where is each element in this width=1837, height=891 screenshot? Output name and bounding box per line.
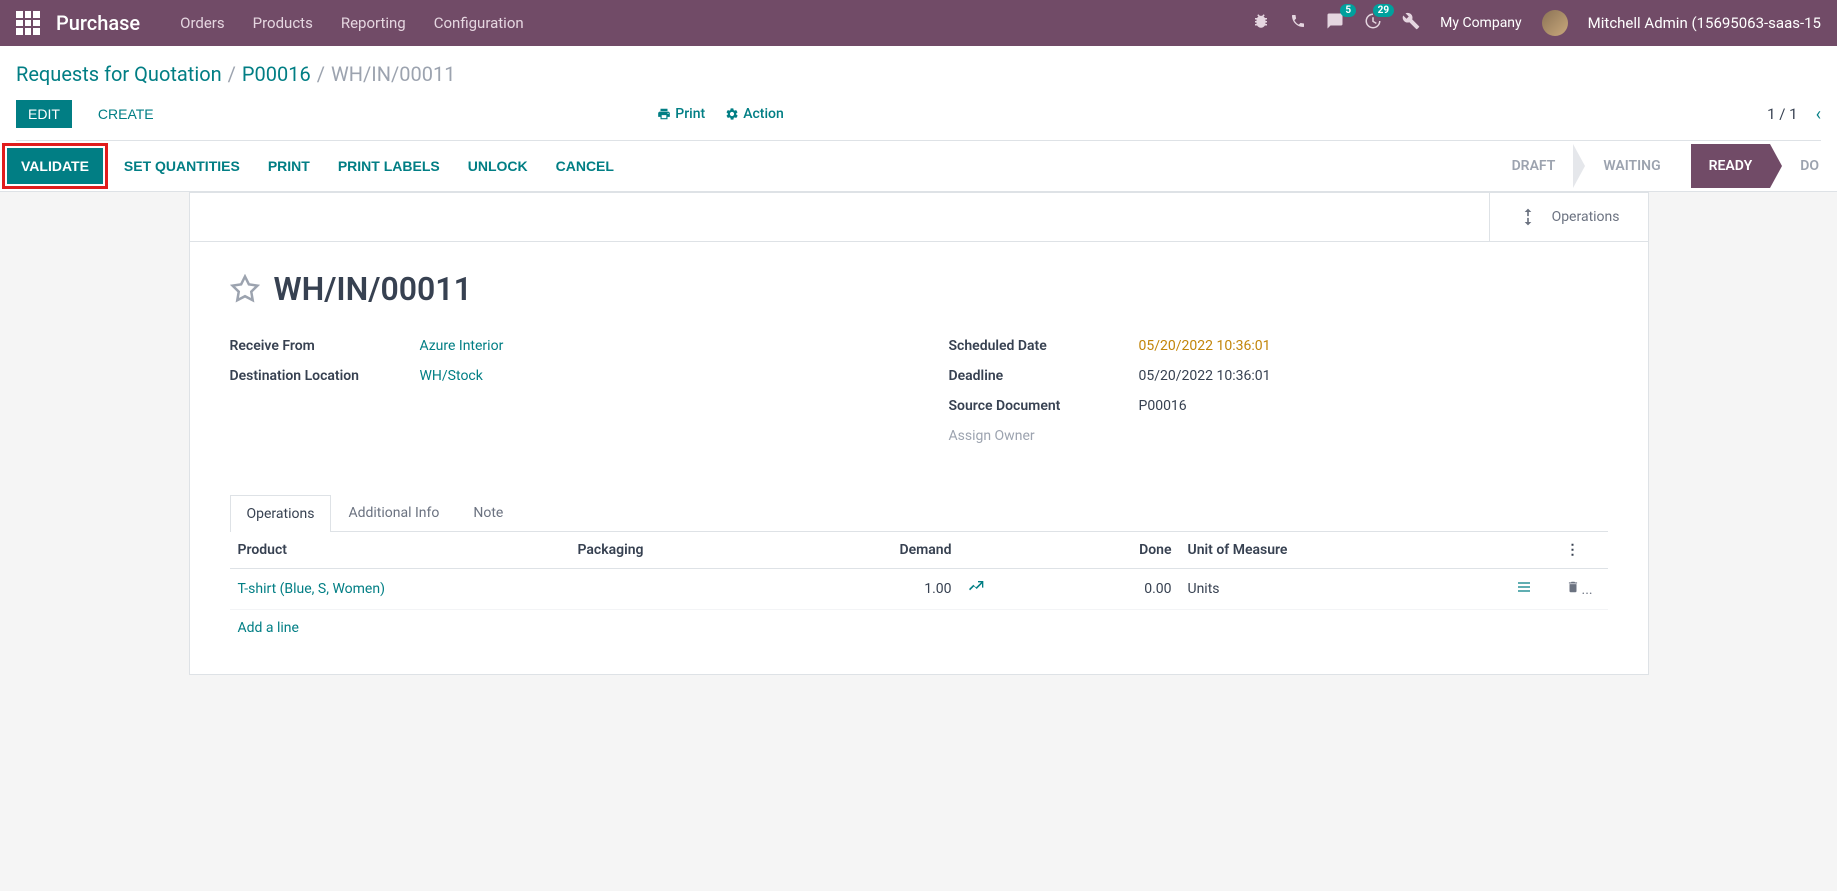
- assign-owner[interactable]: Assign Owner: [949, 428, 1035, 444]
- cell-product: T-shirt (Blue, S, Women): [230, 569, 570, 610]
- operations-table: Product Packaging Demand Done Unit of Me…: [230, 532, 1608, 610]
- form-sheet: Operations WH/IN/00011 Receive FromAzure…: [189, 192, 1649, 675]
- status-draft[interactable]: DRAFT: [1494, 144, 1574, 188]
- unlock-button[interactable]: UNLOCK: [454, 148, 542, 184]
- pager-prev[interactable]: ‹: [1816, 104, 1821, 125]
- action-dropdown[interactable]: Action: [725, 106, 784, 122]
- tools-icon[interactable]: [1402, 12, 1420, 34]
- receive-from-label: Receive From: [230, 338, 420, 354]
- control-bar: Requests for Quotation/P00016/WH/IN/0001…: [0, 46, 1837, 141]
- activities-badge: 29: [1373, 4, 1394, 17]
- action-bar: VALIDATE SET QUANTITIES PRINT PRINT LABE…: [0, 141, 1837, 192]
- validate-button[interactable]: VALIDATE: [7, 148, 103, 184]
- cell-uom: Units: [1180, 569, 1508, 610]
- cell-packaging: [570, 569, 790, 610]
- tab-operations[interactable]: Operations: [230, 495, 332, 532]
- print-labels-button[interactable]: PRINT LABELS: [324, 148, 454, 184]
- scheduled-date-value: 05/20/2022 10:36:01: [1139, 338, 1271, 354]
- receive-from-value[interactable]: Azure Interior: [420, 338, 504, 354]
- scheduled-date-label: Scheduled Date: [949, 338, 1139, 354]
- tab-note[interactable]: Note: [456, 494, 520, 531]
- cancel-button[interactable]: CANCEL: [542, 148, 628, 184]
- col-done[interactable]: Done: [1010, 532, 1180, 569]
- deadline-label: Deadline: [949, 368, 1139, 384]
- print-dropdown[interactable]: Print: [657, 106, 705, 122]
- menu-products[interactable]: Products: [253, 14, 313, 32]
- breadcrumb-current: WH/IN/00011: [331, 62, 455, 86]
- messages-badge: 5: [1340, 4, 1356, 17]
- destination-label: Destination Location: [230, 368, 420, 384]
- print-icon: [657, 107, 671, 121]
- edit-button[interactable]: EDIT: [16, 100, 72, 128]
- breadcrumb: Requests for Quotation/P00016/WH/IN/0001…: [16, 62, 1821, 86]
- company-name[interactable]: My Company: [1440, 15, 1522, 31]
- avatar[interactable]: [1542, 10, 1568, 36]
- top-menu: Orders Products Reporting Configuration: [180, 14, 524, 32]
- table-row[interactable]: T-shirt (Blue, S, Women) 1.00 0.00 Units…: [230, 569, 1608, 610]
- tab-additional-info[interactable]: Additional Info: [331, 494, 456, 531]
- page-title: WH/IN/00011: [274, 270, 472, 308]
- breadcrumb-root[interactable]: Requests for Quotation: [16, 62, 222, 86]
- forecast-icon[interactable]: [968, 579, 984, 595]
- breadcrumb-parent[interactable]: P00016: [242, 62, 311, 86]
- col-demand[interactable]: Demand: [790, 532, 960, 569]
- arrows-vertical-icon: [1518, 207, 1538, 227]
- user-name[interactable]: Mitchell Admin (15695063-saas-15: [1588, 14, 1821, 32]
- cell-done: 0.00: [1010, 569, 1180, 610]
- operations-stat-button[interactable]: Operations: [1489, 193, 1648, 241]
- deadline-value: 05/20/2022 10:36:01: [1139, 368, 1271, 384]
- create-button[interactable]: CREATE: [86, 100, 166, 128]
- print-button[interactable]: PRINT: [254, 148, 324, 184]
- destination-value[interactable]: WH/Stock: [420, 368, 483, 384]
- bug-icon[interactable]: [1252, 12, 1270, 34]
- source-document-value: P00016: [1139, 398, 1187, 414]
- cell-demand: 1.00: [790, 569, 960, 610]
- app-title[interactable]: Purchase: [56, 11, 140, 35]
- status-bar: DRAFT WAITING READY DO: [1494, 144, 1837, 188]
- add-line-button[interactable]: Add a line: [230, 610, 307, 646]
- menu-reporting[interactable]: Reporting: [341, 14, 406, 32]
- set-quantities-button[interactable]: SET QUANTITIES: [110, 148, 254, 184]
- menu-configuration[interactable]: Configuration: [434, 14, 524, 32]
- topbar: Purchase Orders Products Reporting Confi…: [0, 0, 1837, 46]
- gear-icon: [725, 107, 739, 121]
- delete-icon[interactable]: [1566, 580, 1580, 594]
- pager-value[interactable]: 1 / 1: [1767, 105, 1798, 123]
- messages-icon[interactable]: 5: [1326, 12, 1344, 34]
- star-icon[interactable]: [230, 274, 260, 304]
- status-ready[interactable]: READY: [1691, 144, 1771, 188]
- details-icon[interactable]: [1516, 579, 1532, 595]
- menu-orders[interactable]: Orders: [180, 14, 225, 32]
- activities-icon[interactable]: 29: [1364, 12, 1382, 34]
- col-uom[interactable]: Unit of Measure: [1180, 532, 1508, 569]
- status-waiting[interactable]: WAITING: [1585, 144, 1678, 188]
- source-document-label: Source Document: [949, 398, 1139, 414]
- status-done[interactable]: DO: [1782, 144, 1837, 188]
- col-packaging[interactable]: Packaging: [570, 532, 790, 569]
- column-options-icon[interactable]: ⋮: [1566, 542, 1580, 558]
- phone-icon[interactable]: [1290, 13, 1306, 33]
- apps-icon[interactable]: [16, 11, 40, 35]
- col-product[interactable]: Product: [230, 532, 570, 569]
